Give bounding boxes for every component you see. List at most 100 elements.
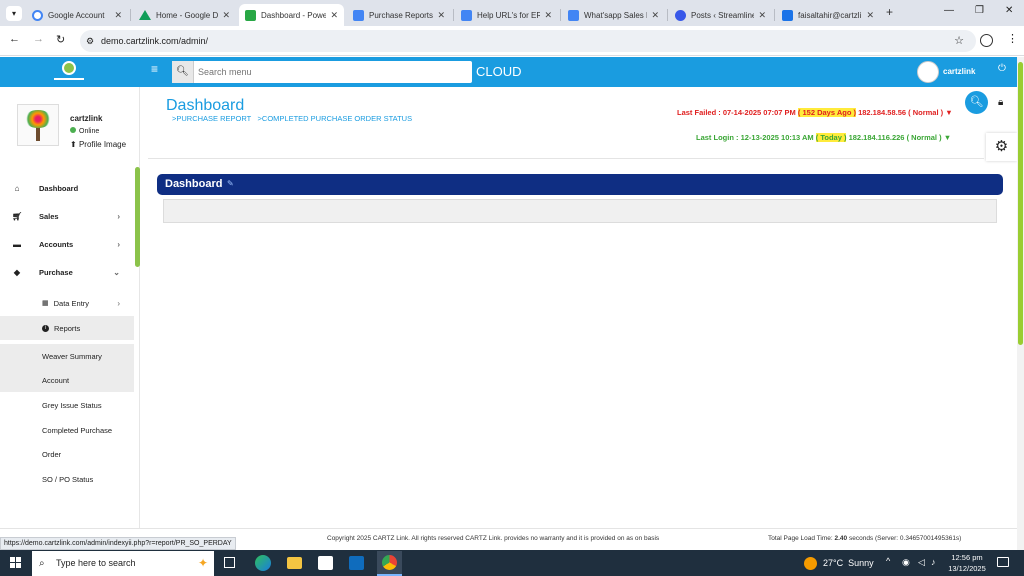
sidebar-item-dashboard[interactable]: ⌂ Dashboard — [0, 176, 134, 200]
hamburger-menu-icon[interactable]: ≡ — [151, 62, 158, 76]
back-icon[interactable]: ← — [9, 33, 20, 45]
close-icon[interactable]: ✕ — [222, 10, 230, 21]
tab-mail[interactable]: faisaltahir@cartzli ✕ — [776, 4, 880, 26]
dashboard-panel-body — [163, 199, 997, 223]
home-icon: ⌂ — [14, 183, 20, 193]
weather-widget[interactable]: 27°C Sunny — [823, 558, 874, 568]
url-text: demo.cartzlink.com/admin/ — [101, 36, 209, 46]
close-icon[interactable]: ✕ — [437, 10, 445, 21]
search-icon[interactable]: 🔍︎ — [172, 61, 194, 83]
notification-icon[interactable] — [997, 557, 1009, 567]
close-icon[interactable]: ✕ — [758, 10, 766, 21]
maximize-icon[interactable]: ❐ — [975, 5, 984, 16]
breadcrumb-purchase-report[interactable]: >PURCHASE REPORT — [172, 114, 251, 123]
page-load-time: Total Page Load Time: 2.40 seconds (Serv… — [768, 535, 962, 542]
page-scrollbar-thumb[interactable] — [1018, 62, 1023, 345]
tab-google-drive[interactable]: Home - Google Dr ✕ — [133, 4, 236, 26]
sidebar-item-weaver-summary[interactable]: Weaver Summary — [0, 344, 134, 368]
tab-search-button[interactable]: ▾ — [6, 6, 22, 21]
sidebar-item-so-po-status[interactable]: SO / PO Status — [0, 467, 134, 491]
tab-whatsapp-sales[interactable]: What'sapp Sales M ✕ — [562, 4, 665, 26]
sidebar-item-completed-purchase[interactable]: Completed Purchase — [0, 418, 134, 442]
sidebar-scrollbar[interactable] — [135, 167, 140, 267]
tab-title: Purchase Reports — [369, 10, 434, 20]
sidebar-item-grey-issue-status[interactable]: Grey Issue Status — [0, 393, 134, 417]
search-icon: ⌕ — [39, 558, 45, 569]
copyright-text: Copyright 2025 CARTZ Link. All rights re… — [327, 535, 660, 542]
profile-name: cartzlink — [70, 114, 103, 123]
chevron-right-icon: › — [117, 298, 120, 308]
user-avatar[interactable] — [917, 61, 939, 83]
store-icon[interactable] — [318, 556, 333, 570]
speaker-icon[interactable]: ♪ — [931, 557, 936, 567]
sidebar-item-order[interactable]: Order — [0, 442, 134, 466]
tab-purchase-reports[interactable]: Purchase Reports ✕ — [347, 4, 451, 26]
google-icon — [32, 9, 43, 21]
divider — [148, 158, 984, 159]
breadcrumb: >PURCHASE REPORT >COMPLETED PURCHASE ORD… — [172, 114, 412, 123]
docs-icon — [353, 9, 364, 21]
breadcrumb-completed-po-status[interactable]: >COMPLETED PURCHASE ORDER STATUS — [258, 114, 413, 123]
tab-posts-streamline[interactable]: Posts ‹ Streamline ✕ — [669, 4, 772, 26]
close-icon[interactable]: ✕ — [544, 10, 552, 21]
minimize-icon[interactable]: — — [944, 5, 954, 16]
bookmark-star-icon[interactable]: ☆ — [954, 30, 964, 52]
power-icon[interactable]: ⏻ — [998, 63, 1006, 74]
sidebar-item-account[interactable]: Account — [0, 368, 134, 392]
url-bar[interactable]: ⚙ demo.cartzlink.com/admin/ ☆ — [80, 30, 976, 52]
chevron-right-icon: › — [117, 211, 120, 221]
profile-avatar[interactable] — [17, 104, 59, 146]
tab-help-urls[interactable]: Help URL's for ER ✕ — [455, 4, 558, 26]
tab-title: Home - Google Dr — [156, 10, 219, 20]
sidebar-item-accounts[interactable]: ▬ Accounts › — [0, 232, 134, 256]
page-title: Dashboard — [166, 97, 245, 114]
site-info-icon[interactable]: ⚙ — [86, 30, 94, 52]
close-icon[interactable]: ✕ — [866, 10, 874, 21]
gear-icon: ⚙ — [994, 138, 1009, 155]
task-view-icon[interactable] — [224, 557, 235, 568]
windows-start-icon[interactable] — [10, 557, 22, 569]
tab-dashboard[interactable]: Dashboard - Powe ✕ — [239, 4, 344, 26]
upload-icon: ⬆ — [70, 140, 77, 149]
lock-icon[interactable]: 🔒︎ — [998, 97, 1003, 108]
window-close-icon[interactable]: ✕ — [1005, 5, 1013, 16]
profile-icon[interactable] — [980, 34, 993, 47]
clock-date: 13/12/2025 — [948, 564, 986, 573]
mail-icon — [782, 9, 793, 21]
tags-icon: ◆ — [13, 267, 21, 277]
cart-icon: 🛒︎ — [12, 211, 23, 221]
file-explorer-icon[interactable] — [287, 557, 302, 569]
settings-button[interactable]: ⚙ — [986, 133, 1017, 161]
clock[interactable]: 12:56 pm 13/12/2025 — [948, 552, 986, 574]
last-login-info: Last Login : 12-13-2025 10:13 AM ( Today… — [696, 133, 952, 142]
network-icon[interactable]: ◉ — [902, 557, 910, 568]
tray-chevron-icon[interactable]: ^ — [886, 556, 890, 566]
header-username[interactable]: cartzlink — [943, 67, 975, 76]
new-tab-button[interactable]: + — [886, 5, 893, 19]
outlook-icon[interactable] — [349, 556, 364, 570]
chrome-taskbar-button[interactable] — [377, 551, 402, 576]
drive-icon — [139, 10, 151, 20]
cloud-label: CLOUD — [476, 64, 522, 79]
search-input[interactable] — [198, 64, 463, 80]
taskbar-search[interactable]: ⌕ Type here to search ✦ — [32, 551, 214, 576]
edge-icon[interactable] — [255, 555, 271, 571]
sidebar-item-data-entry[interactable]: ▦ Data Entry › — [0, 291, 134, 315]
browser-menu-icon[interactable]: ⋮ — [1007, 32, 1018, 45]
close-icon[interactable]: ✕ — [651, 10, 659, 21]
cartzlink-logo — [52, 61, 86, 83]
sidebar-item-reports[interactable]: i Reports — [0, 316, 134, 340]
status-bar-url: https://demo.cartzlink.com/admin/indexyi… — [0, 537, 236, 550]
weather-sun-icon[interactable] — [804, 557, 817, 570]
volume-icon[interactable]: ◁ — [918, 557, 925, 568]
forward-icon[interactable]: → — [33, 33, 44, 45]
sidebar-item-purchase[interactable]: ◆ Purchase ⌄ — [0, 260, 134, 284]
tab-google-account[interactable]: Google Account ✕ — [26, 4, 128, 26]
reload-icon[interactable]: ↻ — [56, 33, 65, 46]
pin-icon[interactable]: ✎ — [227, 179, 234, 188]
floating-search-button[interactable]: 🔍︎ — [965, 91, 988, 114]
close-icon[interactable]: ✕ — [114, 10, 122, 21]
sidebar-item-sales[interactable]: 🛒︎ Sales › — [0, 204, 134, 228]
profile-image-link[interactable]: ⬆ Profile Image — [70, 140, 126, 149]
close-icon[interactable]: ✕ — [330, 10, 338, 21]
